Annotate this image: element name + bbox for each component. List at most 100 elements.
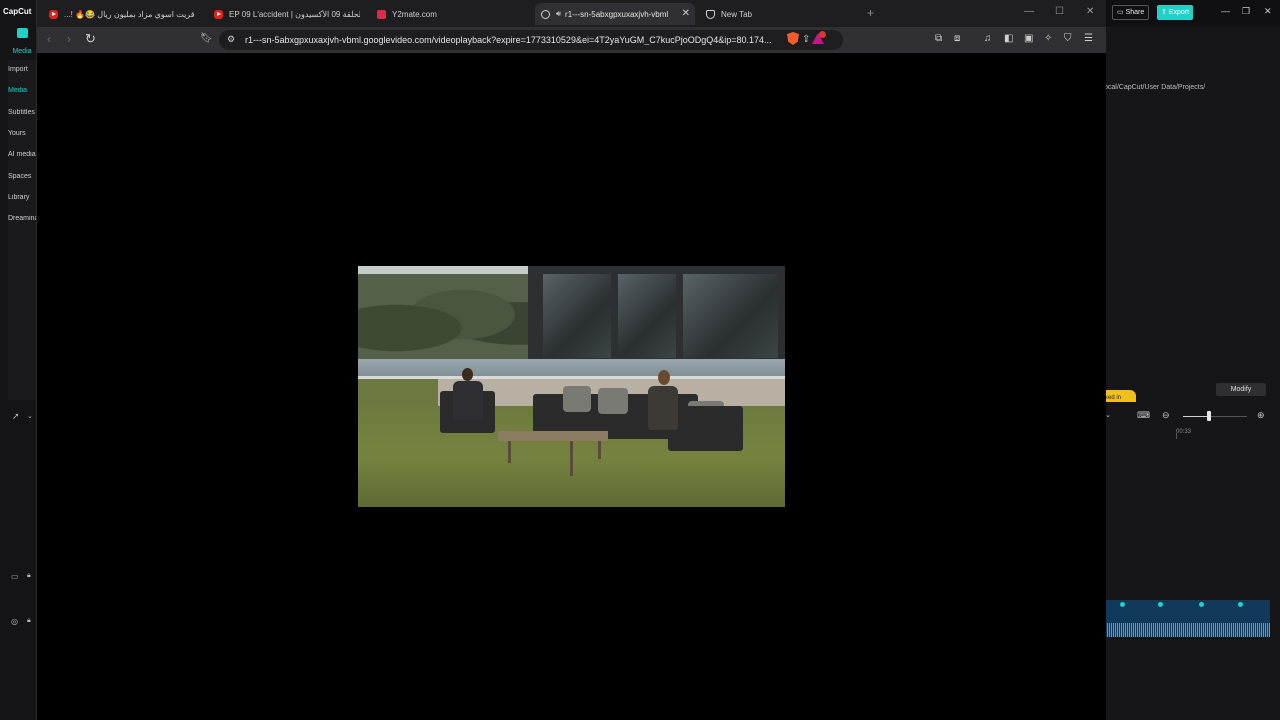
new-tab-button[interactable]: + — [867, 6, 874, 20]
status-badge: ked in — [1104, 390, 1136, 402]
tab-new-tab[interactable]: New Tab — [700, 3, 858, 25]
tab-title: Y2mate.com — [392, 9, 437, 19]
media-icon — [16, 28, 28, 38]
brave-shield-icon — [706, 9, 715, 19]
menu-icon[interactable]: ☰ — [1084, 33, 1093, 44]
scene-cushion — [563, 386, 591, 412]
scene-table-leg — [508, 441, 511, 463]
sidebar-item-yours[interactable]: Yours — [8, 130, 36, 137]
select-cursor-icon[interactable]: ➚ — [12, 411, 20, 422]
page-viewport — [37, 53, 1106, 720]
tab-youtube-episode[interactable]: EP 09 L'accident | الحلقة 09 الأكسيدون — [208, 3, 366, 25]
scene-coffee-table — [498, 431, 608, 441]
close-icon[interactable]: ✕ — [1264, 6, 1272, 17]
minimize-icon[interactable]: — — [1024, 6, 1034, 17]
y2mate-icon — [377, 9, 386, 19]
scene-person-woman — [648, 386, 678, 430]
share-button[interactable]: ▭ Share — [1112, 5, 1150, 20]
video-player[interactable] — [358, 266, 785, 507]
scene-person-man — [453, 381, 483, 419]
zoom-slider-thumb[interactable] — [1207, 411, 1211, 421]
youtube-icon — [214, 9, 223, 19]
beat-marker[interactable] — [1120, 602, 1125, 607]
tab-title: New Tab — [721, 9, 752, 19]
back-icon[interactable]: ‹ — [47, 32, 51, 46]
wallet-icon[interactable]: ▣ — [1024, 33, 1033, 44]
reload-icon[interactable]: ↻ — [85, 31, 96, 47]
zoom-slider-track[interactable] — [1209, 416, 1247, 417]
scene-window — [618, 274, 676, 358]
bookmark-icon[interactable]: 🔖︎ — [200, 33, 213, 44]
zoom-out-icon[interactable]: ⊖ — [1162, 410, 1170, 421]
lock-icon[interactable]: 🔒︎ — [27, 617, 31, 625]
beat-marker[interactable] — [1238, 602, 1243, 607]
timeline-tick — [1176, 433, 1177, 439]
timeline-track-headers — [0, 405, 36, 720]
lock-icon[interactable]: 🔒︎ — [27, 572, 31, 580]
export-button[interactable]: ⇪ Export — [1157, 5, 1194, 20]
tab-strip: قريت اسوي مزاد بمليون ريال 😂🔥 !... EP 09… — [37, 0, 1106, 27]
project-path: ocal/CapCut/User Data/Projects/ — [1104, 84, 1206, 91]
capcut-logo: CapCut — [3, 7, 32, 16]
leo-ai-icon[interactable]: ✧ — [1044, 33, 1052, 44]
sidebar-item-import[interactable]: Import — [8, 66, 36, 73]
vpn-icon[interactable]: ⛉ — [1064, 33, 1072, 44]
sidebar-item-library[interactable]: Library — [8, 194, 36, 201]
scene-trees — [358, 274, 548, 364]
scene-pool — [358, 359, 785, 377]
audio-track-icon: ◎ — [11, 617, 18, 626]
close-icon[interactable]: ✕ — [1086, 6, 1094, 17]
browser-toolbar: ‹ › ↻ 🔖︎ ⚙ r1---sn-5abxgpxuxaxjvh-vbml.g… — [37, 27, 1106, 53]
scene-window — [543, 274, 611, 358]
scene-building — [528, 266, 785, 361]
sidebar-icon[interactable]: ◧ — [1004, 33, 1013, 44]
tab-googlevideo[interactable]: 🔊︎ r1---sn-5abxgpxuxaxjvh-vbml ✕ — [535, 3, 695, 25]
video-track-icon: ▭ — [11, 572, 19, 581]
tab-youtube-auction[interactable]: قريت اسوي مزاد بمليون ريال 😂🔥 !... — [43, 3, 201, 25]
restore-icon[interactable]: ❐ — [1242, 6, 1250, 17]
screenshot-icon[interactable]: ⧈ — [954, 33, 960, 44]
scene-person-head — [462, 368, 473, 381]
tab-y2mate[interactable]: Y2mate.com — [371, 3, 529, 25]
extensions-icon[interactable]: ⧉ — [935, 33, 942, 44]
sidebar-item-media[interactable]: Media — [8, 87, 36, 94]
tab-title: قريت اسوي مزاد بمليون ريال 😂🔥 !... — [64, 9, 195, 19]
media-tab-button[interactable]: Media — [10, 28, 34, 58]
share-icon[interactable]: ⇪ — [802, 34, 810, 45]
sidebar-item-dreamina[interactable]: Dreamina — [8, 215, 36, 222]
tab-title: r1---sn-5abxgpxuxaxjvh-vbml — [565, 9, 669, 19]
chevron-down-icon[interactable]: ⌄ — [27, 412, 33, 420]
sidebar-item-subtitles[interactable]: Subtitles — [8, 109, 36, 116]
beat-marker[interactable] — [1199, 602, 1204, 607]
close-tab-icon[interactable]: ✕ — [682, 8, 690, 19]
preview-axis-icon[interactable]: ⌨ — [1137, 410, 1150, 421]
scene-person-head — [658, 370, 670, 385]
maximize-icon[interactable]: ☐ — [1055, 6, 1064, 17]
audio-clip[interactable] — [1105, 600, 1270, 637]
modify-button[interactable]: Modify — [1216, 383, 1266, 396]
address-bar[interactable]: ⚙ r1---sn-5abxgpxuxaxjvh-vbml.googlevide… — [219, 30, 843, 50]
sidebar-item-ai-media[interactable]: AI media — [8, 151, 36, 158]
scene-window — [683, 274, 778, 358]
timeline-timestamp: 00:33 — [1176, 429, 1192, 435]
globe-icon — [541, 9, 550, 19]
audio-waveform — [1105, 623, 1270, 637]
site-settings-icon[interactable]: ⚙ — [227, 34, 235, 45]
tab-title: EP 09 L'accident | الحلقة 09 الأكسيدون — [229, 9, 360, 19]
scene-armchair — [668, 406, 743, 451]
youtube-icon — [49, 9, 58, 19]
zoom-slider-fill — [1183, 416, 1209, 417]
forward-icon[interactable]: › — [67, 32, 71, 46]
zoom-in-icon[interactable]: ⊕ — [1257, 410, 1265, 421]
media-tab-label: Media — [12, 48, 32, 55]
speaker-icon[interactable]: 🔊︎ — [556, 9, 561, 19]
scene-cushion — [598, 388, 628, 414]
url-text: r1---sn-5abxgpxuxaxjvh-vbml.googlevideo.… — [245, 35, 772, 45]
beat-marker[interactable] — [1158, 602, 1163, 607]
browser-window: قريت اسوي مزاد بمليون ريال 😂🔥 !... EP 09… — [36, 0, 1106, 720]
export-label: Export — [1168, 9, 1190, 16]
share-label: Share — [1125, 9, 1145, 16]
sidebar-item-spaces[interactable]: Spaces — [8, 173, 36, 180]
minimize-icon[interactable]: — — [1221, 6, 1230, 16]
media-controls-icon[interactable]: ♫ — [984, 33, 992, 44]
